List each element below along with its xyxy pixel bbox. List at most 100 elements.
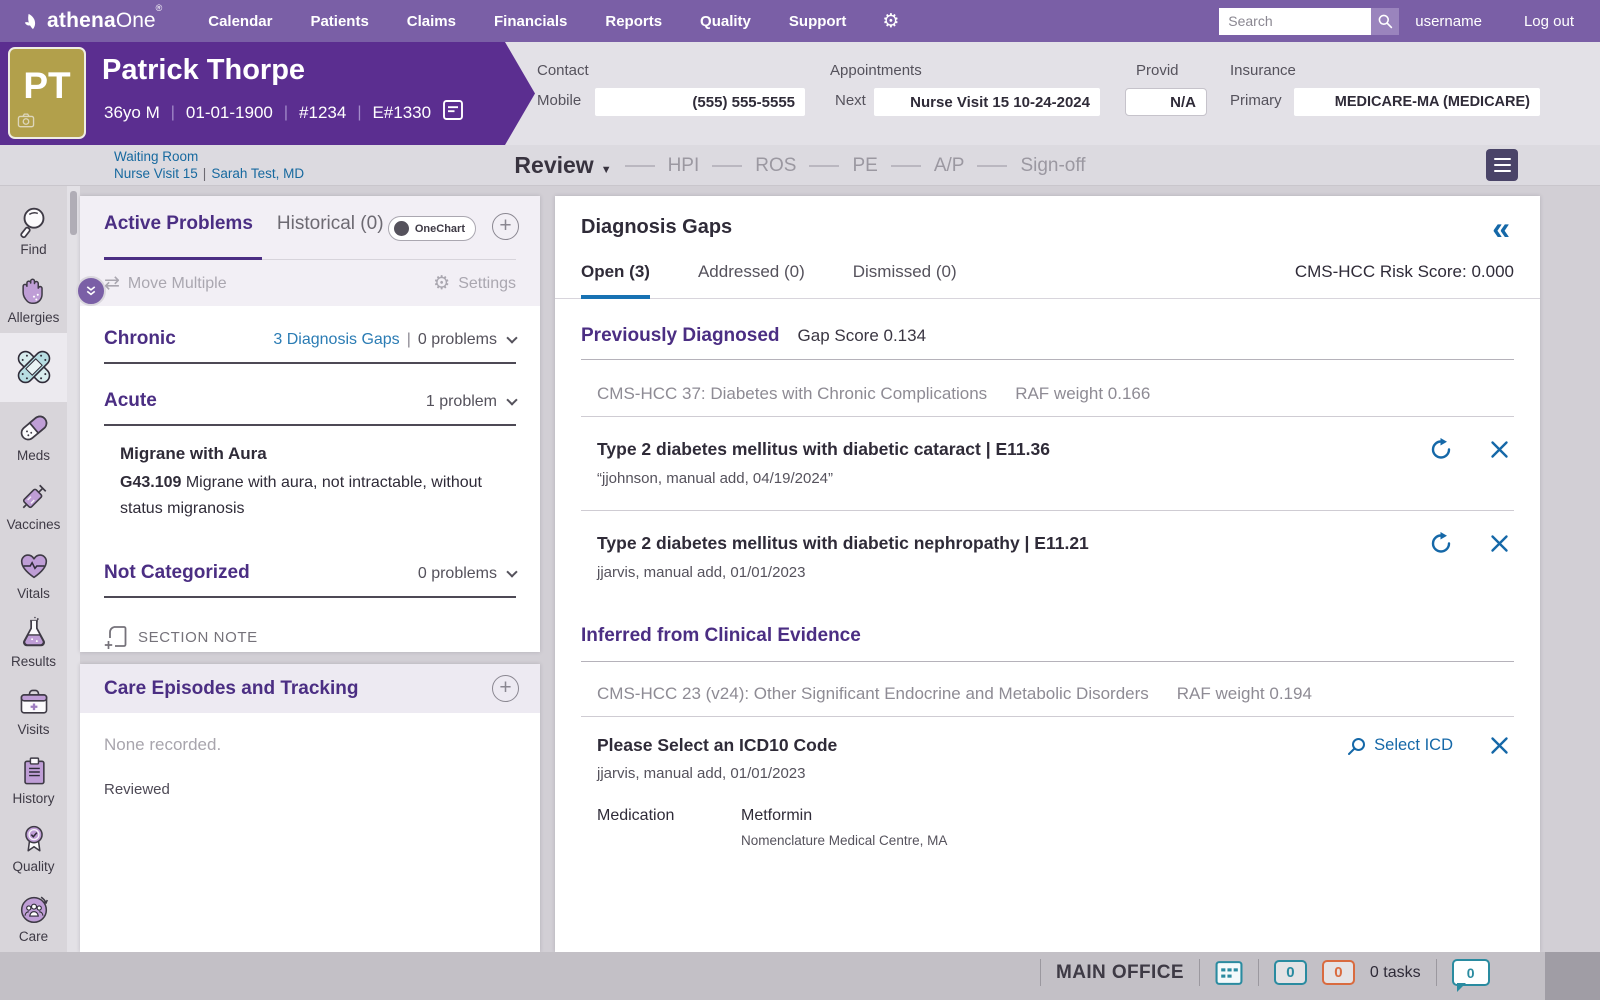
hamburger-menu-button[interactable]	[1486, 149, 1518, 181]
dismiss-button[interactable]	[1489, 533, 1510, 554]
readdress-button[interactable]	[1429, 437, 1453, 461]
schedule-button[interactable]	[1215, 960, 1243, 986]
move-multiple-button[interactable]: ⇄Move Multiple	[104, 272, 227, 295]
not-categorized-section-header: Not Categorized 0 problems	[104, 562, 516, 584]
sidebar-item-label: Allergies	[8, 310, 60, 325]
settings-button[interactable]: ⚙Settings	[433, 272, 516, 295]
chronic-count[interactable]: 0 problems	[418, 331, 497, 349]
add-care-episode-button[interactable]: +	[492, 675, 519, 702]
sidebar-item-meds[interactable]: Meds	[0, 402, 67, 471]
add-problem-button[interactable]: +	[492, 213, 519, 240]
hcc-category: CMS-HCC 37: Diabetes with Chronic Compli…	[597, 384, 987, 403]
dismiss-button[interactable]	[1489, 439, 1510, 460]
sidebar-item-find[interactable]: Find	[0, 196, 67, 265]
sidebar-item-problems[interactable]	[0, 333, 67, 402]
scrollbar-thumb[interactable]	[70, 191, 77, 235]
scrollbar-corner	[1545, 952, 1600, 1000]
provider-link[interactable]: Sarah Test, MD	[211, 166, 304, 181]
provider-field[interactable]: N/A	[1125, 88, 1207, 116]
inbox-count-badge[interactable]: 0	[1274, 960, 1307, 985]
appointments-section-label: Appointments	[830, 62, 922, 79]
nav-financials[interactable]: Financials	[494, 13, 567, 30]
stage-signoff[interactable]: Sign-off	[1020, 155, 1085, 177]
tab-dismissed[interactable]: Dismissed (0)	[853, 262, 957, 295]
nav-calendar[interactable]: Calendar	[208, 13, 272, 30]
chevron-down-icon	[506, 566, 517, 577]
raf-weight: RAF weight 0.194	[1177, 684, 1312, 703]
mobile-phone-field[interactable]: (555) 555-5555	[595, 88, 805, 116]
stage-hpi[interactable]: HPI	[668, 155, 700, 177]
problem-item[interactable]: Migrane with Aura G43.109 Migrane with a…	[120, 444, 516, 522]
stage-review-dropdown[interactable]: Review▼	[514, 152, 611, 179]
stage-ros[interactable]: ROS	[755, 155, 796, 177]
not-categorized-title[interactable]: Not Categorized	[104, 562, 250, 584]
visit-link[interactable]: Nurse Visit 15	[114, 166, 198, 181]
patient-avatar[interactable]: PT	[8, 47, 86, 139]
caret-down-icon: ▼	[601, 164, 612, 176]
chronic-title[interactable]: Chronic	[104, 328, 176, 350]
athenaone-logo[interactable]: athenaOne®	[22, 9, 162, 33]
step-connector	[977, 165, 1007, 167]
sidebar-item-allergies[interactable]: Allergies	[0, 265, 67, 334]
separator	[1258, 959, 1259, 986]
primary-insurance-field[interactable]: MEDICARE-MA (MEDICARE)	[1294, 88, 1540, 116]
left-scrollbar[interactable]	[67, 186, 80, 952]
sidebar-item-label: Meds	[17, 448, 50, 463]
next-appointment-field[interactable]: Nurse Visit 15 10-24-2024	[874, 88, 1100, 116]
select-icd-button[interactable]: Select ICD	[1347, 736, 1453, 756]
sidebar-item-label: Care	[19, 929, 48, 944]
nav-patients[interactable]: Patients	[310, 13, 368, 30]
nav-support[interactable]: Support	[789, 13, 847, 30]
stage-ap[interactable]: A/P	[934, 155, 965, 177]
search-button[interactable]	[1371, 8, 1399, 35]
acute-title[interactable]: Acute	[104, 390, 157, 412]
dismiss-button[interactable]	[1489, 735, 1510, 756]
section-note-button[interactable]: SECTION NOTE	[104, 624, 516, 650]
gear-icon: ⚙	[433, 272, 450, 295]
tasks-count[interactable]: 0 tasks	[1370, 964, 1421, 982]
gap-source: jjarvis, manual add, 01/01/2023	[597, 564, 1514, 581]
waiting-room-link[interactable]: Waiting Room	[114, 149, 198, 164]
logout-link[interactable]: Log out	[1524, 13, 1574, 30]
search-input[interactable]	[1219, 8, 1371, 35]
logo-text: athenaOne®	[47, 9, 162, 33]
collapse-panel-icon[interactable]: «	[1492, 216, 1510, 240]
sidebar-item-vaccines[interactable]: Vaccines	[0, 471, 67, 540]
chat-bubble-icon[interactable]: 0	[1452, 959, 1490, 986]
allergies-hand-icon	[17, 274, 51, 308]
urgent-count-badge[interactable]: 0	[1322, 960, 1355, 985]
office-name[interactable]: MAIN OFFICE	[1056, 962, 1184, 984]
sidebar-item-vitals[interactable]: Vitals	[0, 540, 67, 609]
sidebar-item-results[interactable]: Results	[0, 608, 67, 677]
encounter-workflow: Review▼ HPI ROS PE A/P Sign-off	[440, 145, 1160, 186]
care-episodes-reviewed[interactable]: Reviewed	[104, 781, 516, 798]
not-categorized-count[interactable]: 0 problems	[418, 565, 497, 583]
nav-claims[interactable]: Claims	[407, 13, 456, 30]
problem-name[interactable]: Migrane with Aura	[120, 444, 516, 464]
nav-reports[interactable]: Reports	[605, 13, 662, 30]
insurance-section-label: Insurance	[1230, 62, 1296, 79]
nav-quality[interactable]: Quality	[700, 13, 751, 30]
diagnosis-gaps-link[interactable]: 3 Diagnosis Gaps	[273, 331, 399, 349]
row-rule	[581, 716, 1514, 717]
settings-gear-icon[interactable]: ⚙	[882, 12, 899, 31]
sidebar-item-history[interactable]: History	[0, 746, 67, 815]
sidebar-item-care[interactable]: Care	[0, 883, 67, 952]
primary-insurance-label: Primary	[1230, 92, 1282, 109]
sidebar-item-label: Visits	[17, 722, 49, 737]
tab-active-problems[interactable]: Active Problems	[104, 213, 253, 235]
acute-count[interactable]: 1 problem	[426, 393, 497, 411]
onechart-toggle[interactable]: OneChart	[388, 216, 476, 241]
username-menu[interactable]: username	[1415, 13, 1482, 30]
sidebar-item-visits[interactable]: Visits	[0, 677, 67, 746]
stage-pe[interactable]: PE	[852, 155, 877, 177]
icd-code: G43.109	[120, 474, 181, 491]
tab-open[interactable]: Open (3)	[581, 262, 650, 299]
note-icon[interactable]	[442, 99, 464, 126]
tab-historical[interactable]: Historical (0)	[277, 213, 384, 235]
sidebar-item-quality[interactable]: Quality	[0, 815, 67, 884]
tab-addressed[interactable]: Addressed (0)	[698, 262, 805, 295]
readdress-button[interactable]	[1429, 531, 1453, 555]
collapse-banner-button[interactable]	[76, 276, 106, 306]
sidebar-item-label: Vitals	[17, 586, 50, 601]
